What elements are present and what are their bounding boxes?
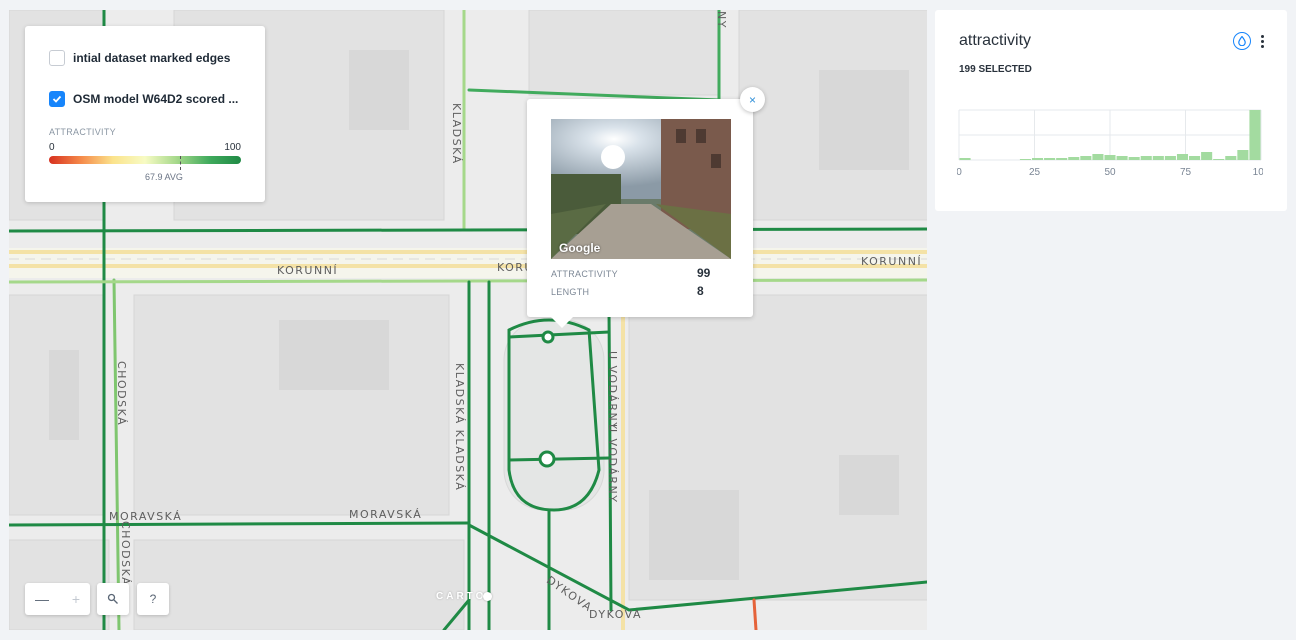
histogram-bar[interactable]	[1201, 152, 1213, 160]
popup-row-attractivity: ATTRACTIVITY 99	[551, 266, 729, 280]
street-label: KORUNNÍ	[277, 264, 338, 277]
street-label: MORAVSKÁ	[349, 508, 422, 521]
filter-panel: attractivity 199 SELECTED 0 25 50 75 100	[935, 10, 1287, 211]
more-vertical-icon[interactable]	[1258, 32, 1266, 50]
legend-color-scale	[49, 156, 241, 170]
popup-value: 8	[697, 284, 704, 298]
histogram-bar[interactable]	[1031, 158, 1044, 160]
checkmark-icon	[52, 95, 62, 103]
legend-avg-marker	[180, 156, 181, 170]
layer-toggle-initial-dataset[interactable]: intial dataset marked edges	[49, 48, 241, 68]
histogram-bar[interactable]	[1140, 156, 1152, 160]
histogram-tick-label: 75	[1180, 167, 1192, 178]
layer-label: OSM model W64D2 scored ...	[73, 92, 239, 106]
histogram-bar[interactable]	[1044, 158, 1056, 160]
histogram-bar[interactable]	[1237, 150, 1249, 160]
legend-min: 0	[49, 142, 55, 153]
histogram-bar[interactable]	[1152, 156, 1164, 160]
street-label: KLADSKÁ	[450, 103, 463, 165]
street-label: U VODÁRNY	[606, 424, 619, 503]
histogram-bar[interactable]	[1164, 156, 1176, 160]
histogram-tick-label: 50	[1104, 167, 1116, 178]
search-icon	[107, 593, 118, 604]
layer-toggle-osm-model[interactable]: OSM model W64D2 scored ...	[49, 89, 241, 109]
histogram-bar[interactable]	[1068, 157, 1080, 160]
histogram-bar[interactable]	[1189, 156, 1201, 160]
feature-popup: Google ATTRACTIVITY 99 LENGTH 8	[527, 99, 753, 328]
street-view-photo[interactable]: Google	[551, 119, 731, 259]
street-label: KORUNNÍ	[861, 255, 922, 268]
street-label: MORAVSKÁ	[109, 510, 182, 523]
panel-title: attractivity	[959, 32, 1032, 49]
street-label: U VODÁRNY	[606, 351, 619, 430]
layer-checkbox[interactable]	[49, 91, 65, 107]
histogram-chart[interactable]: 0 25 50 75 100	[957, 108, 1263, 198]
histogram-bar[interactable]	[1225, 156, 1237, 160]
histogram-tick-label: 0	[957, 167, 962, 178]
histogram-bar[interactable]	[1056, 158, 1068, 160]
street-label: CHODSKÁ	[115, 361, 128, 426]
popup-row-length: LENGTH 8	[551, 284, 729, 298]
histogram-bar[interactable]	[1116, 156, 1128, 160]
search-button[interactable]	[97, 583, 129, 615]
histogram-bar[interactable]	[1249, 110, 1261, 160]
layer-label: intial dataset marked edges	[73, 51, 231, 65]
drop-icon[interactable]	[1233, 32, 1251, 50]
selected-count: 199 SELECTED	[959, 64, 1032, 75]
popup-close-button[interactable]: ×	[740, 87, 765, 112]
layer-checkbox[interactable]	[49, 50, 65, 66]
street-label: NY	[715, 11, 728, 29]
carto-logo-icon	[483, 592, 492, 601]
histogram-bar[interactable]	[1128, 157, 1140, 160]
legend-field-name: ATTRACTIVITY	[49, 127, 116, 137]
street-label: DYKOVA	[589, 608, 642, 621]
zoom-control: — +	[25, 583, 90, 615]
histogram-bar[interactable]	[959, 158, 971, 160]
street-view-image	[551, 119, 731, 259]
popup-key: ATTRACTIVITY	[551, 269, 618, 279]
drop-shape	[1238, 36, 1246, 46]
histogram-bar[interactable]	[1176, 154, 1189, 160]
zoom-in-button[interactable]: +	[72, 591, 80, 607]
zoom-out-button[interactable]: —	[35, 591, 49, 607]
histogram-bar[interactable]	[1213, 159, 1225, 160]
histogram-tick-label: 100	[1253, 167, 1263, 178]
histogram-tick-label: 25	[1029, 167, 1041, 178]
histogram-bar[interactable]	[1092, 154, 1104, 160]
popup-key: LENGTH	[551, 287, 590, 297]
legend-average: 67.9 AVG	[145, 172, 183, 182]
histogram-bar[interactable]	[1080, 156, 1092, 160]
histogram-bar[interactable]	[1104, 155, 1116, 160]
street-label: CHODSKÁ	[119, 521, 132, 586]
popup-value: 99	[697, 266, 711, 280]
histogram-bar[interactable]	[1019, 159, 1031, 160]
street-label: KLADSKÁ KLADSKÁ	[453, 363, 466, 491]
google-logo: Google	[559, 241, 601, 255]
legend-max: 100	[224, 142, 241, 153]
help-button[interactable]: ?	[137, 583, 169, 615]
carto-attribution[interactable]: CARTO	[436, 591, 486, 602]
